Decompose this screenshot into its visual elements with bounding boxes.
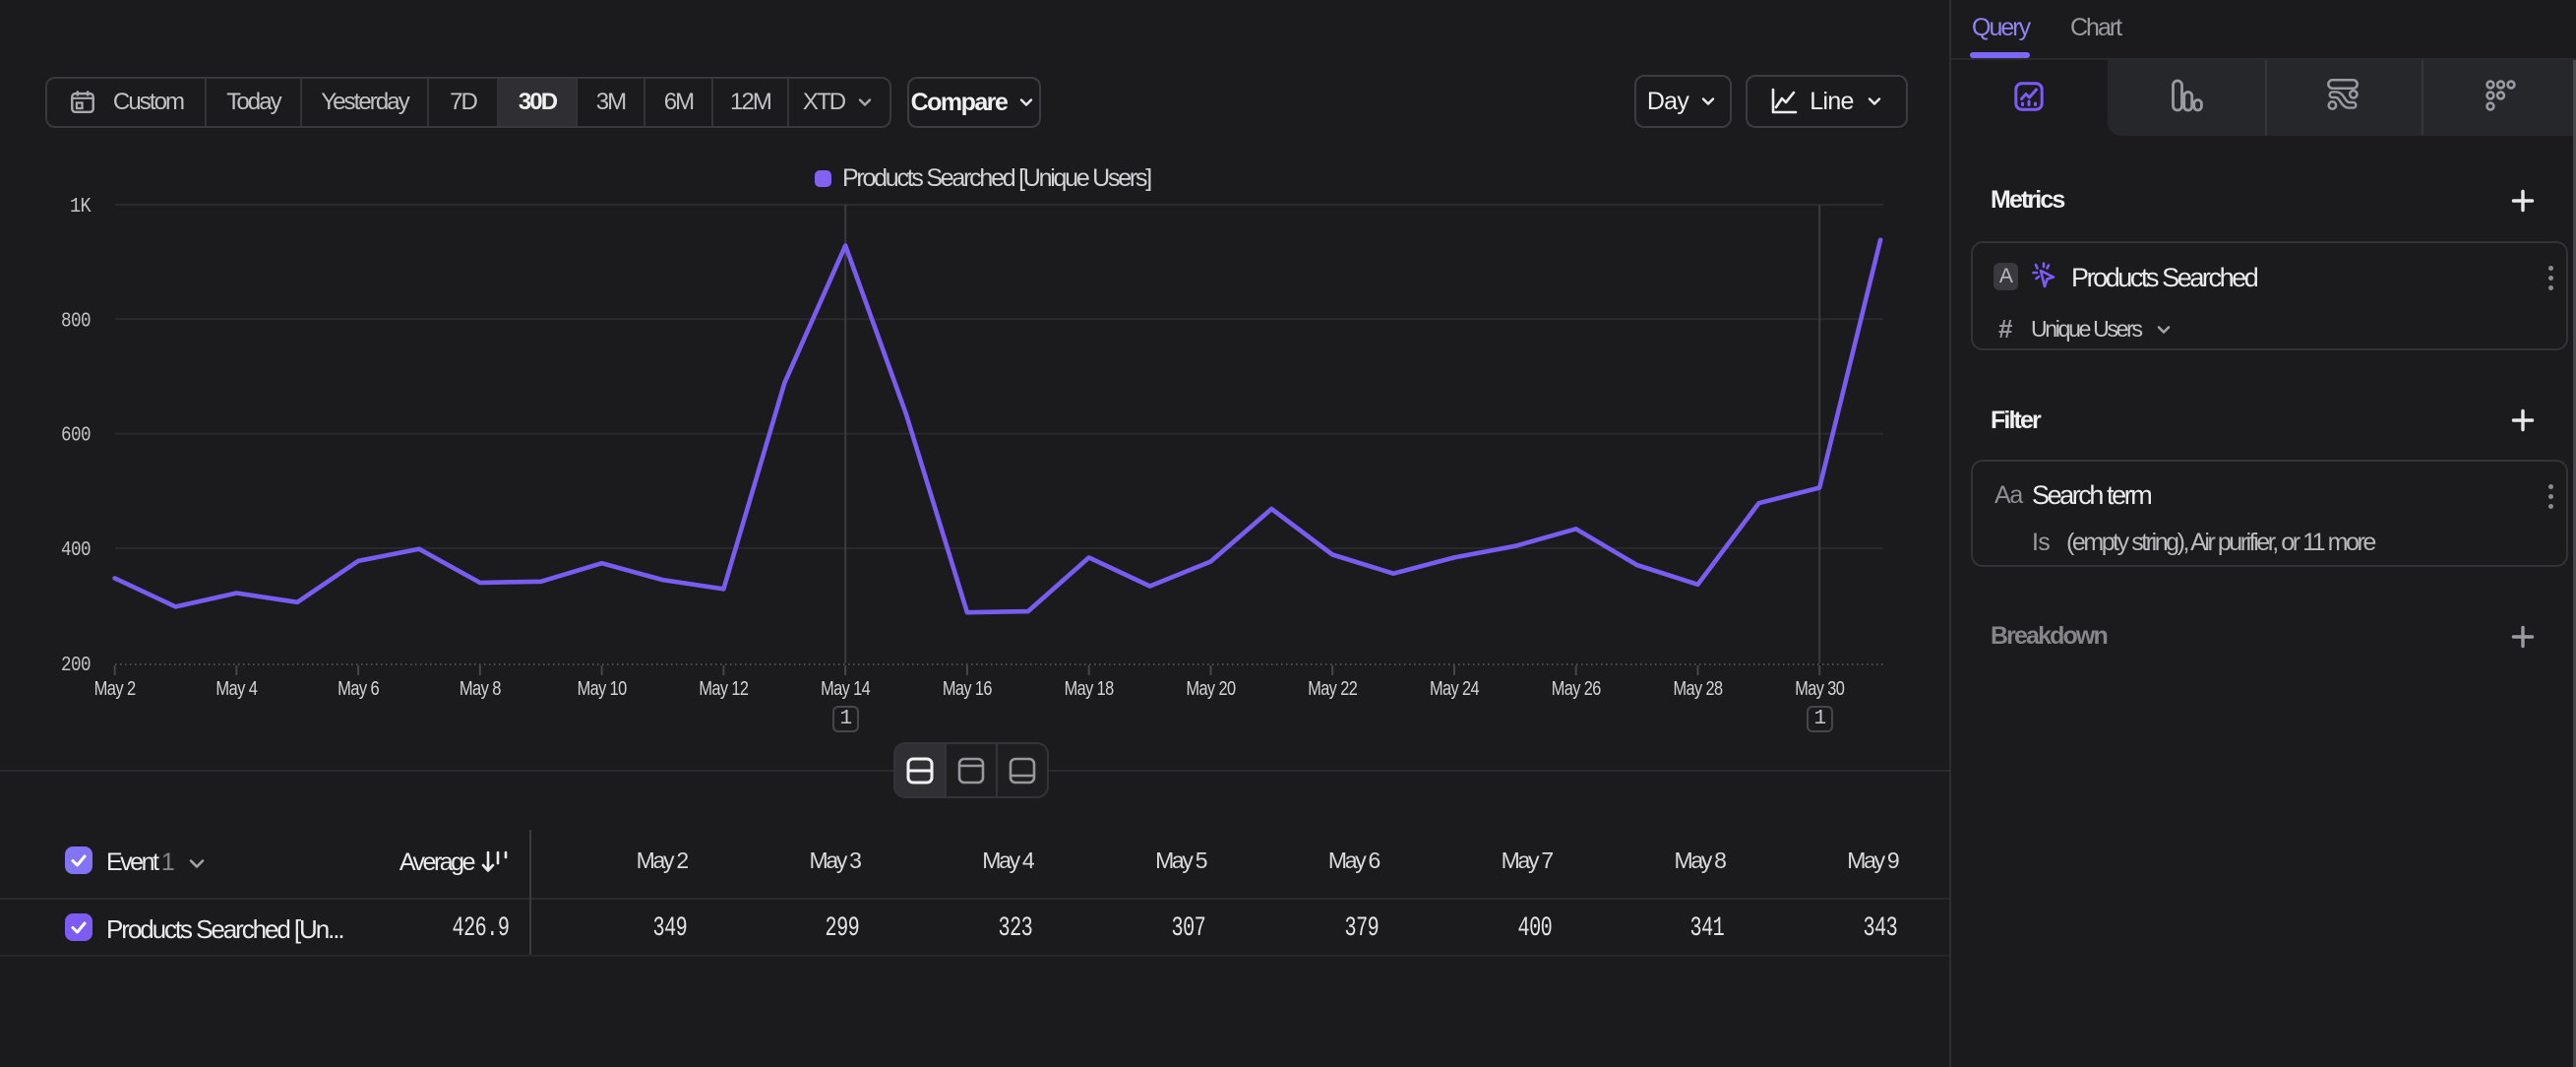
svg-text:600: 600 xyxy=(61,425,91,448)
svg-text:May 16: May 16 xyxy=(943,678,992,700)
svg-text:May 24: May 24 xyxy=(1430,678,1479,700)
svg-text:May 6: May 6 xyxy=(337,678,379,700)
svg-text:May 2: May 2 xyxy=(94,678,136,700)
svg-text:May 12: May 12 xyxy=(699,678,748,700)
svg-text:May 14: May 14 xyxy=(821,678,870,700)
svg-text:May 22: May 22 xyxy=(1308,678,1357,700)
svg-text:May 8: May 8 xyxy=(460,678,501,700)
svg-text:200: 200 xyxy=(61,655,91,677)
svg-text:May 26: May 26 xyxy=(1552,678,1601,700)
svg-text:May 18: May 18 xyxy=(1065,678,1114,700)
svg-text:May 30: May 30 xyxy=(1795,678,1844,700)
svg-text:May 28: May 28 xyxy=(1673,678,1722,700)
svg-text:400: 400 xyxy=(61,539,91,562)
svg-text:May 10: May 10 xyxy=(578,678,627,700)
svg-text:May 20: May 20 xyxy=(1186,678,1235,700)
svg-text:1K: 1K xyxy=(70,196,92,219)
svg-text:800: 800 xyxy=(61,310,91,333)
svg-text:May 4: May 4 xyxy=(215,678,257,700)
